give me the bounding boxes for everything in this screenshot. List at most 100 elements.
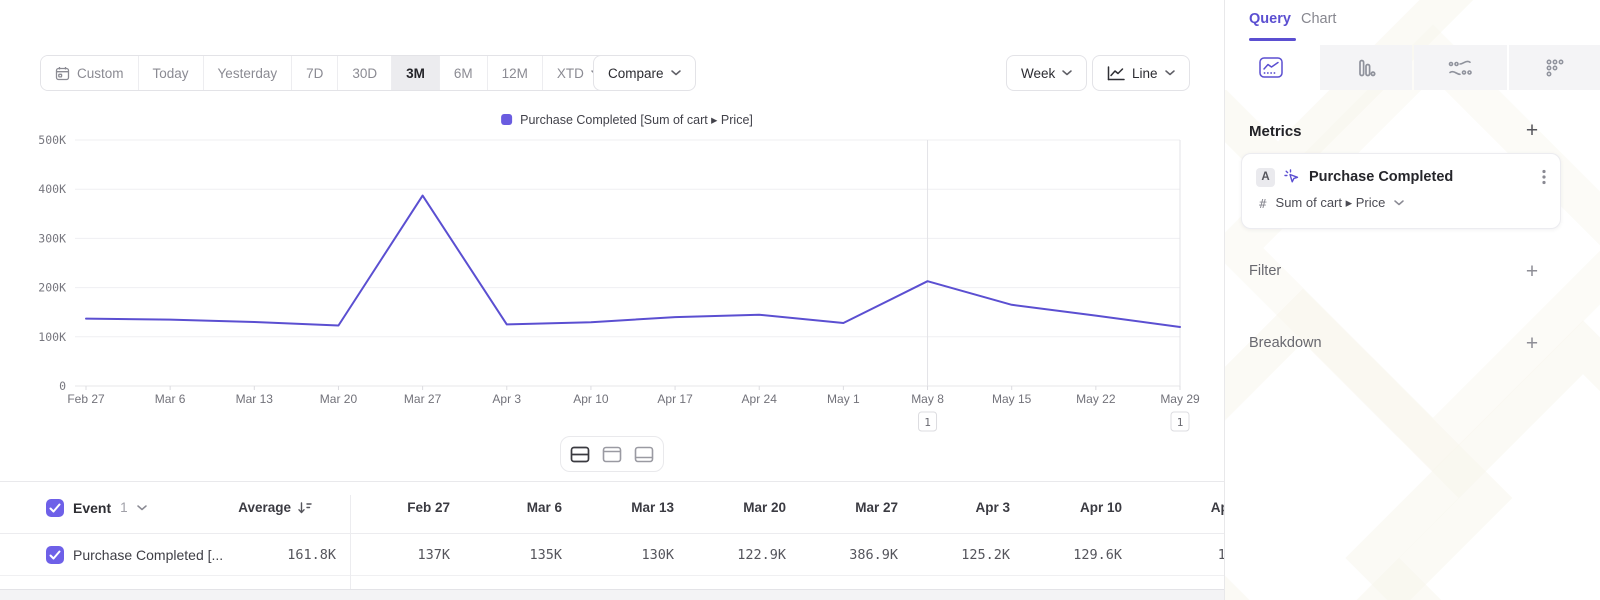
row-values: 137K135K130K122.9K386.9K125.2K129.6K14 — [352, 534, 1224, 575]
range-label: Custom — [77, 66, 124, 81]
chart-type-flows-button[interactable] — [1414, 45, 1507, 90]
table-footer-band — [0, 589, 1224, 600]
filter-section-title: Filter — [1249, 263, 1281, 279]
chart-legend[interactable]: Purchase Completed [Sum of cart ▸ Price] — [501, 112, 753, 127]
chart-type-label: Line — [1132, 66, 1158, 81]
row-checkbox[interactable] — [46, 546, 64, 564]
legend-swatch — [501, 114, 512, 125]
table-cell: 125.2K — [912, 534, 1024, 575]
line-chart[interactable]: 0100K200K300K400K500KFeb 27Mar 6Mar 13Ma… — [0, 130, 1224, 440]
range-12m[interactable]: 12M — [487, 56, 542, 90]
chevron-down-icon — [1394, 200, 1404, 206]
column-header[interactable]: Feb 27 — [352, 482, 464, 533]
table-column-divider — [350, 495, 351, 589]
range-label: 6M — [454, 66, 473, 81]
y-axis-label: 300K — [38, 231, 66, 245]
annotation-badge-count: 1 — [1177, 416, 1184, 429]
range-6m[interactable]: 6M — [439, 56, 487, 90]
retention-icon — [1546, 59, 1564, 77]
range-label: Yesterday — [218, 66, 278, 81]
layout-toggle-group — [560, 436, 664, 472]
tab-chart[interactable]: Chart — [1301, 11, 1336, 27]
range-today[interactable]: Today — [138, 56, 203, 90]
x-axis-label: Mar 6 — [155, 392, 186, 406]
chart-type-button[interactable]: Line — [1092, 55, 1190, 91]
chart-type-retention-button[interactable] — [1509, 45, 1600, 90]
range-yesterday[interactable]: Yesterday — [203, 56, 292, 90]
chart-type-icon-row — [1225, 45, 1600, 90]
legend-label: Purchase Completed [Sum of cart ▸ Price] — [520, 112, 753, 127]
x-axis-label: Feb 27 — [67, 392, 105, 406]
annotation-badge-count: 1 — [924, 416, 931, 429]
x-axis-label: Apr 10 — [573, 392, 609, 406]
granularity-label: Week — [1021, 66, 1055, 81]
breakdown-section-title: Breakdown — [1249, 335, 1322, 351]
calendar-icon — [55, 66, 70, 81]
x-axis-label: May 1 — [827, 392, 860, 406]
insights-line-icon — [1259, 57, 1283, 78]
column-header[interactable]: Mar 27 — [800, 482, 912, 533]
x-axis-label: Mar 27 — [404, 392, 442, 406]
y-axis-label: 400K — [38, 182, 66, 196]
x-axis-label: May 22 — [1076, 392, 1116, 406]
table-cell: 137K — [352, 534, 464, 575]
chevron-down-icon — [1165, 70, 1175, 76]
add-breakdown-button[interactable]: + — [1520, 332, 1544, 356]
x-axis-label: Apr 17 — [657, 392, 693, 406]
x-axis-label: Mar 20 — [320, 392, 358, 406]
table-bottom-view-button[interactable] — [629, 441, 659, 467]
column-header[interactable]: Apr 3 — [912, 482, 1024, 533]
y-axis-label: 0 — [59, 379, 66, 393]
split-view-icon — [570, 446, 590, 463]
column-header-average[interactable]: Average — [200, 482, 312, 533]
table-cell: 130K — [576, 534, 688, 575]
y-axis-label: 200K — [38, 281, 66, 295]
metrics-section-title: Metrics — [1249, 123, 1302, 140]
y-axis-label: 100K — [38, 330, 66, 344]
compare-button[interactable]: Compare — [593, 55, 696, 91]
range-30d[interactable]: 30D — [337, 56, 391, 90]
insights-report-page: CustomTodayYesterday7D30D3M6M12MXTD Comp… — [0, 0, 1600, 600]
active-tab-underline — [1249, 38, 1296, 41]
x-axis-label: Mar 13 — [236, 392, 274, 406]
x-axis-label: May 8 — [911, 392, 944, 406]
column-header[interactable]: Mar 13 — [576, 482, 688, 533]
chart-type-bar-button[interactable] — [1320, 45, 1413, 90]
add-metric-button[interactable]: + — [1520, 119, 1544, 143]
split-view-button[interactable] — [565, 441, 595, 467]
column-header[interactable]: Apr 10 — [1024, 482, 1136, 533]
table-cell: 14 — [1136, 534, 1224, 575]
column-header[interactable]: Mar 6 — [464, 482, 576, 533]
select-all-checkbox[interactable] — [46, 499, 64, 517]
range-custom[interactable]: Custom — [41, 56, 138, 90]
metric-card[interactable]: A Purchase Completed # Sum of cart ▸ Pri… — [1241, 153, 1561, 229]
range-7d[interactable]: 7D — [291, 56, 337, 90]
event-column-header: Event — [73, 500, 111, 516]
granularity-button[interactable]: Week — [1006, 55, 1087, 91]
range-3m[interactable]: 3M — [391, 56, 439, 90]
chevron-down-icon — [671, 70, 681, 76]
date-column-headers: Feb 27Mar 6Mar 13Mar 20Mar 27Apr 3Apr 10… — [352, 482, 1224, 533]
chart-type-insights-line-button[interactable] — [1225, 45, 1318, 90]
range-label: Today — [153, 66, 189, 81]
column-header[interactable]: Mar 20 — [688, 482, 800, 533]
bar-icon — [1356, 58, 1376, 78]
column-header[interactable]: Apr — [1136, 482, 1224, 533]
kebab-menu-icon[interactable] — [1540, 167, 1548, 187]
add-filter-button[interactable]: + — [1520, 260, 1544, 284]
tab-query[interactable]: Query — [1249, 11, 1291, 27]
table-cell: 122.9K — [688, 534, 800, 575]
x-axis-label: Apr 3 — [492, 392, 521, 406]
chevron-down-icon[interactable] — [137, 505, 147, 511]
range-label: 12M — [502, 66, 528, 81]
x-axis-label: Apr 24 — [742, 392, 778, 406]
table-row[interactable]: Purchase Completed [... 161.8K 137K135K1… — [0, 534, 1224, 576]
metric-letter-badge: A — [1256, 168, 1275, 187]
query-sidebar: Query Chart Metrics + A Purchase Complet… — [1224, 0, 1600, 600]
main-panel: CustomTodayYesterday7D30D3M6M12MXTD Comp… — [0, 0, 1224, 600]
average-value: 161.8K — [200, 534, 336, 575]
metric-aggregation-selector[interactable]: # Sum of cart ▸ Price — [1242, 187, 1560, 211]
metric-event-name: Purchase Completed — [1309, 169, 1531, 185]
series-line[interactable] — [86, 196, 1180, 327]
chart-top-view-button[interactable] — [597, 441, 627, 467]
